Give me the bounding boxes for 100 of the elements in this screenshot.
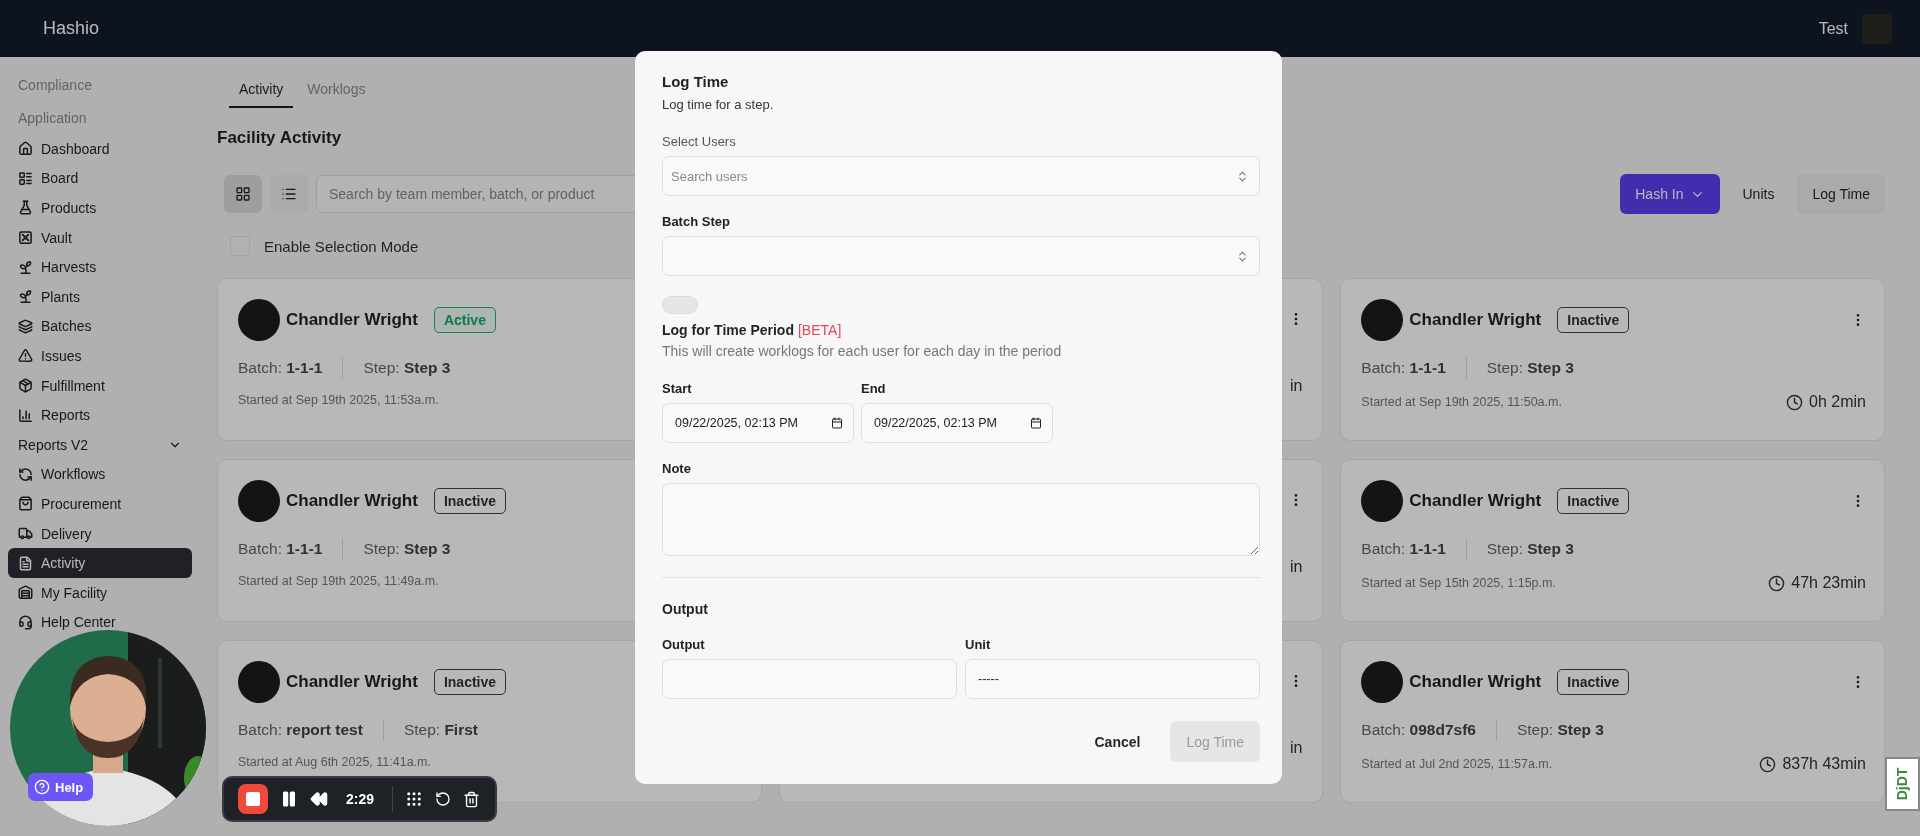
recording-time: 2:29 <box>346 791 375 807</box>
duration: in <box>1289 558 1303 576</box>
duration: in <box>1289 377 1303 395</box>
user-name[interactable]: Test <box>1818 19 1848 38</box>
truck-icon <box>18 526 33 541</box>
user-name: Chandler Wright <box>286 672 418 692</box>
avatar <box>1361 299 1404 341</box>
sidebar-item[interactable]: Harvests <box>8 252 192 282</box>
status-badge: Inactive <box>433 488 507 514</box>
avatar <box>238 299 280 341</box>
dialog-subtitle: Log time for a step. <box>662 97 775 112</box>
action-button[interactable]: Log Time <box>1797 174 1885 214</box>
headset-icon <box>18 614 33 630</box>
sidebar-item[interactable]: Help Center <box>8 607 192 638</box>
sidebar-heading: Compliance <box>17 75 93 95</box>
dots-icon <box>405 790 424 808</box>
toggle-switch[interactable] <box>662 296 698 314</box>
field-label: Note <box>662 461 692 476</box>
sidebar-item[interactable]: Products <box>8 193 192 223</box>
brand-name: Hashio <box>43 18 100 39</box>
list-icon <box>281 186 297 202</box>
clock-icon <box>1786 393 1804 411</box>
calendar-icon <box>831 417 843 429</box>
sidebar-item[interactable]: Reports <box>8 400 192 430</box>
users-select[interactable]: Search users <box>662 156 1260 196</box>
user-name: Chandler Wright <box>1409 491 1542 511</box>
sidebar-item[interactable]: Board <box>8 163 192 194</box>
sidebar-item[interactable]: Reports V2 <box>8 429 192 460</box>
sidebar-item[interactable]: Batches <box>8 311 192 342</box>
sidebar-item[interactable]: My Facility <box>8 577 192 608</box>
section-heading: Output <box>662 601 709 617</box>
select-arrows-icon <box>1236 249 1249 263</box>
restart-icon <box>435 791 452 807</box>
field-label: Start <box>662 381 693 396</box>
trash-icon <box>463 790 481 808</box>
step-text: Step: Step 3 <box>363 359 451 377</box>
dialog-title: Log Time <box>662 73 730 90</box>
grid-button[interactable] <box>405 790 424 808</box>
sidebar-heading: Application <box>17 108 88 128</box>
restart-button[interactable] <box>435 791 452 807</box>
stop-button[interactable] <box>238 784 268 814</box>
unit-select[interactable]: ----- <box>965 659 1260 699</box>
pause-icon <box>280 790 298 808</box>
duration: 0h 2min <box>1809 393 1866 411</box>
field-label: Output <box>662 637 706 652</box>
status-badge: Inactive <box>1557 669 1630 695</box>
sidebar-item[interactable]: Issues <box>8 341 192 371</box>
avatar <box>1361 480 1404 522</box>
sidebar-item[interactable]: Workflows <box>8 459 192 490</box>
step-text: Step: First <box>403 721 478 739</box>
bar-chart-icon <box>18 407 33 423</box>
sidebar-item[interactable]: Activity <box>8 548 192 578</box>
period-description: This will create worklogs for each user for each day in the period <box>662 343 1063 359</box>
avatar <box>1361 661 1404 703</box>
period-title: Log for Time Period [BETA] <box>662 322 843 338</box>
sprout-icon <box>18 289 33 305</box>
sidebar-item[interactable]: Plants <box>8 281 192 312</box>
avatar <box>238 480 280 522</box>
rewind-button[interactable] <box>310 790 328 808</box>
grid-view-button[interactable] <box>224 175 262 213</box>
sidebar-item[interactable]: Fulfillment <box>8 370 192 401</box>
house-icon <box>18 141 33 157</box>
sidebar-item[interactable]: Vault <box>8 222 192 253</box>
clock-icon <box>1768 574 1786 592</box>
tab[interactable]: Activity <box>229 77 294 108</box>
checkbox-label: Enable Selection Mode <box>264 237 419 255</box>
field-label: Batch Step <box>662 214 731 229</box>
output-field[interactable] <box>662 659 957 699</box>
datetime-field[interactable]: 09/22/2025, 02:13 PM <box>861 403 1053 443</box>
action-button[interactable]: Units <box>1727 174 1790 214</box>
sidebar-item[interactable]: Dashboard <box>8 134 192 164</box>
batch-text: Batch: 1-1-1 <box>1361 359 1446 377</box>
step-text: Step: Step 3 <box>1516 721 1604 739</box>
delete-button[interactable] <box>463 790 481 808</box>
grid-icon <box>235 186 251 202</box>
status-badge: Inactive <box>1557 307 1630 333</box>
duration: in <box>1289 739 1303 757</box>
sidebar-item[interactable]: Delivery <box>8 518 192 549</box>
status-badge: Inactive <box>1557 488 1630 514</box>
step-text: Step: Step 3 <box>1486 359 1574 377</box>
sidebar-item[interactable]: Procurement <box>8 489 192 519</box>
page-title: Facility Activity <box>217 128 342 148</box>
list-view-button[interactable] <box>270 175 308 213</box>
status-badge: Active <box>433 307 496 333</box>
debug-toolbar-tab[interactable]: DjDT <box>1885 757 1920 811</box>
pause-button[interactable] <box>280 790 298 808</box>
started-time: Started at Sep 19th 2025, 11:50a.m. <box>1361 395 1562 409</box>
datetime-field[interactable]: 09/22/2025, 02:13 PM <box>662 403 854 443</box>
action-button[interactable]: Hash In <box>1620 174 1720 214</box>
warning-icon <box>18 348 33 364</box>
bag-icon <box>18 496 33 512</box>
note-field[interactable] <box>662 483 1260 556</box>
started-time: Started at Sep 15th 2025, 1:15p.m. <box>1361 576 1556 590</box>
help-button[interactable]: Help <box>28 773 94 801</box>
step-text: Step: Step 3 <box>1486 540 1574 558</box>
rewind-icon <box>310 790 328 808</box>
package-icon <box>18 378 33 394</box>
field-label: End <box>861 381 887 396</box>
cancel-button[interactable]: Cancel <box>1078 721 1157 762</box>
started-time: Started at Sep 19th 2025, 11:49a.m. <box>238 574 439 588</box>
